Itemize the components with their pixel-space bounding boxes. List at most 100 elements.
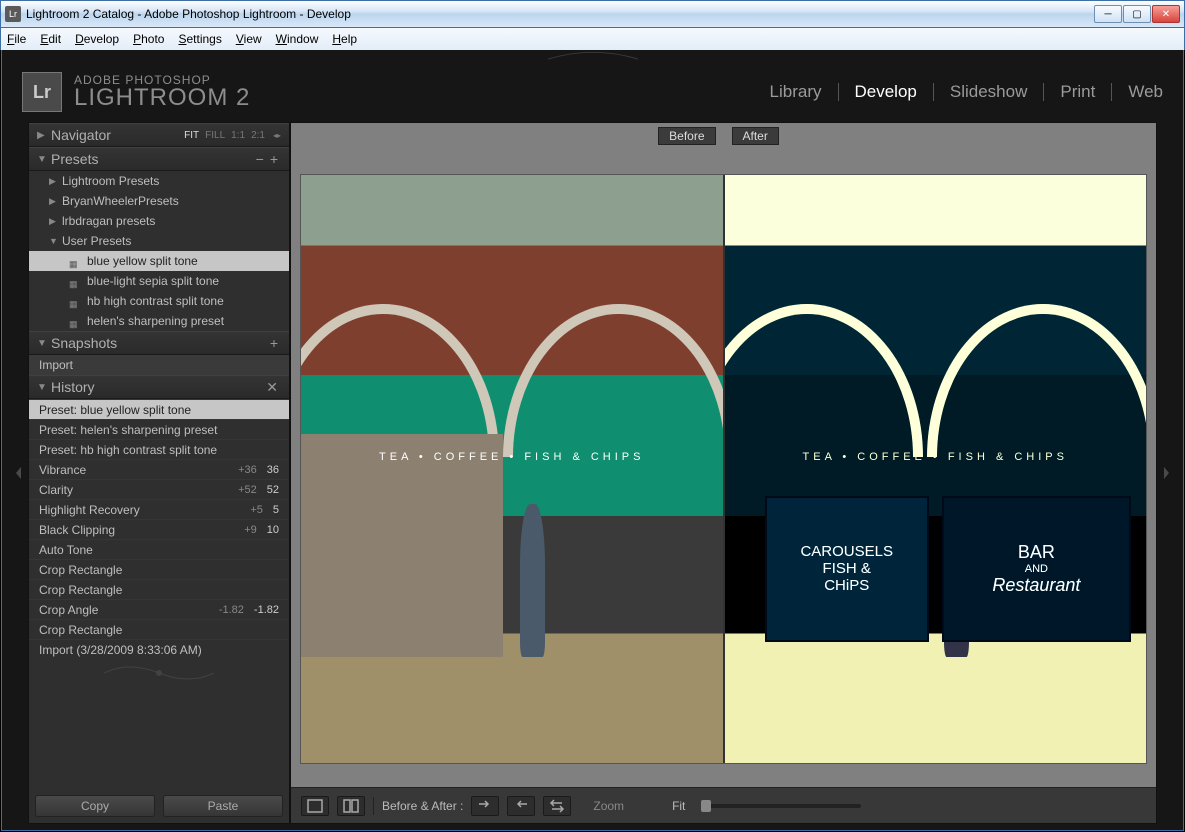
presets-panel-header[interactable]: ▼ Presets − + [29,147,289,171]
preset-icon [69,256,81,266]
chevron-down-icon: ▼ [49,236,59,246]
navigator-zoom-options: FIT FILL 1:1 2:1 ◂▸ [184,130,281,141]
zoom-slider[interactable] [701,804,861,808]
window-maximize-button[interactable]: ▢ [1123,5,1151,23]
swap-before-after-button[interactable] [471,796,499,816]
copy-button[interactable]: Copy [35,795,155,817]
history-step[interactable]: Preset: blue yellow split tone [29,399,289,419]
photo-text-storefront: TEA • COFFEE • FISH & CHIPS [301,451,723,463]
nav-zoom-stepper-icon[interactable]: ◂▸ [273,131,281,140]
module-library[interactable]: Library [770,82,822,102]
history-step[interactable]: Preset: helen's sharpening preset [29,419,289,439]
copy-before-to-after-button[interactable] [507,796,535,816]
zoom-label: Zoom [593,799,624,813]
preset-folder[interactable]: ▶Lightroom Presets [29,171,289,191]
paste-button[interactable]: Paste [163,795,283,817]
history-step[interactable]: Crop Rectangle [29,579,289,599]
top-ornament [2,50,1183,60]
preset-folder[interactable]: ▶BryanWheelerPresets [29,191,289,211]
history-step[interactable]: Black Clipping+910 [29,519,289,539]
navigator-title: Navigator [51,127,111,143]
history-step[interactable]: Highlight Recovery+55 [29,499,289,519]
history-title: History [51,379,95,395]
develop-toolbar: Before & After : Zoom Fit [291,787,1156,823]
history-step[interactable]: Crop Rectangle [29,619,289,639]
right-collapse-handle[interactable] [1157,122,1177,824]
window-title: Lightroom 2 Catalog - Adobe Photoshop Li… [26,7,1094,21]
chevron-down-icon: ▼ [37,382,45,393]
app-icon: Lr [5,6,21,22]
module-develop[interactable]: Develop [855,82,917,102]
chevron-right-icon: ▶ [37,130,45,141]
history-panel-header[interactable]: ▼ History ✕ [29,375,289,399]
preset-icon [69,276,81,286]
menu-file[interactable]: File [7,32,26,46]
module-web[interactable]: Web [1128,82,1163,102]
window-minimize-button[interactable]: ─ [1094,5,1122,23]
chevron-right-icon: ▶ [49,176,59,187]
navigator-panel-header[interactable]: ▶ Navigator FIT FILL 1:1 2:1 ◂▸ [29,123,289,147]
history-step[interactable]: Auto Tone [29,539,289,559]
menu-photo[interactable]: Photo [133,32,164,46]
menubar: File Edit Develop Photo Settings View Window He… [0,28,1185,50]
preset-icon [69,296,81,306]
after-photo: TEA • COFFEE • FISH & CHIPS CAROUSELSFIS… [723,175,1147,763]
preset-item[interactable]: blue yellow split tone [29,251,289,271]
history-clear-button[interactable]: ✕ [263,379,281,396]
history-step[interactable]: Preset: hb high contrast split tone [29,439,289,459]
menu-help[interactable]: Help [332,32,357,46]
module-slideshow[interactable]: Slideshow [950,82,1028,102]
history-step[interactable]: Clarity+5252 [29,479,289,499]
after-label: After [732,127,779,145]
menu-develop[interactable]: Develop [75,32,119,46]
presets-minus-button[interactable]: − [253,151,267,167]
history-step[interactable]: Crop Angle-1.82-1.82 [29,599,289,619]
before-after-label: Before & After : [382,799,463,813]
before-label: Before [658,127,715,145]
lightroom-logo-icon: Lr [22,72,62,112]
nav-zoom-2-1[interactable]: 2:1 [251,130,265,141]
photo-text-storefront: TEA • COFFEE • FISH & CHIPS [725,451,1147,463]
panel-ornament [29,659,289,687]
preset-item[interactable]: helen's sharpening preset [29,311,289,331]
history-step[interactable]: Crop Rectangle [29,559,289,579]
preset-folder[interactable]: ▶lrbdragan presets [29,211,289,231]
preset-item[interactable]: hb high contrast split tone [29,291,289,311]
presets-plus-button[interactable]: + [267,151,281,167]
compare-view-button[interactable] [337,796,365,816]
window-close-button[interactable]: ✕ [1152,5,1180,23]
presets-tree: ▶Lightroom Presets▶BryanWheelerPresets▶l… [29,171,289,331]
menu-window[interactable]: Window [276,32,319,46]
zoom-fit-label[interactable]: Fit [672,799,685,813]
nav-zoom-FIT[interactable]: FIT [184,130,199,141]
photo-sign-carousels: CAROUSELSFISH &CHiPS [767,498,927,639]
image-viewport: Before After TEA • COFFEE • FISH & CHIPS [290,122,1157,824]
left-panel: ▶ Navigator FIT FILL 1:1 2:1 ◂▸ ▼ Presets − … [28,122,290,824]
presets-title: Presets [51,151,98,167]
snapshot-item[interactable]: Import [29,355,289,375]
chevron-down-icon: ▼ [37,154,45,165]
photo-sign-bar: BARANDRestaurant [944,498,1129,639]
zoom-slider-thumb[interactable] [701,800,711,812]
window-titlebar: Lr Lightroom 2 Catalog - Adobe Photoshop… [0,0,1185,28]
preset-folder[interactable]: ▼User Presets [29,231,289,251]
history-step[interactable]: Import (3/28/2009 8:33:06 AM) [29,639,289,659]
module-print[interactable]: Print [1060,82,1095,102]
menu-view[interactable]: View [236,32,262,46]
nav-zoom-1-1[interactable]: 1:1 [231,130,245,141]
history-step[interactable]: Vibrance+3636 [29,459,289,479]
nav-zoom-FILL[interactable]: FILL [205,130,225,141]
snapshots-panel-header[interactable]: ▼ Snapshots + [29,331,289,355]
before-after-stage[interactable]: TEA • COFFEE • FISH & CHIPS TEA • COFFEE… [301,175,1146,763]
preset-item[interactable]: blue-light sepia split tone [29,271,289,291]
chevron-down-icon: ▼ [37,338,45,349]
left-collapse-handle[interactable] [8,122,28,824]
chevron-right-icon: ▶ [49,196,59,207]
loupe-view-button[interactable] [301,796,329,816]
copy-after-to-before-button[interactable] [543,796,571,816]
menu-settings[interactable]: Settings [178,32,221,46]
snapshots-plus-button[interactable]: + [267,335,281,351]
preset-icon [69,316,81,326]
menu-edit[interactable]: Edit [40,32,61,46]
snapshots-title: Snapshots [51,335,117,351]
